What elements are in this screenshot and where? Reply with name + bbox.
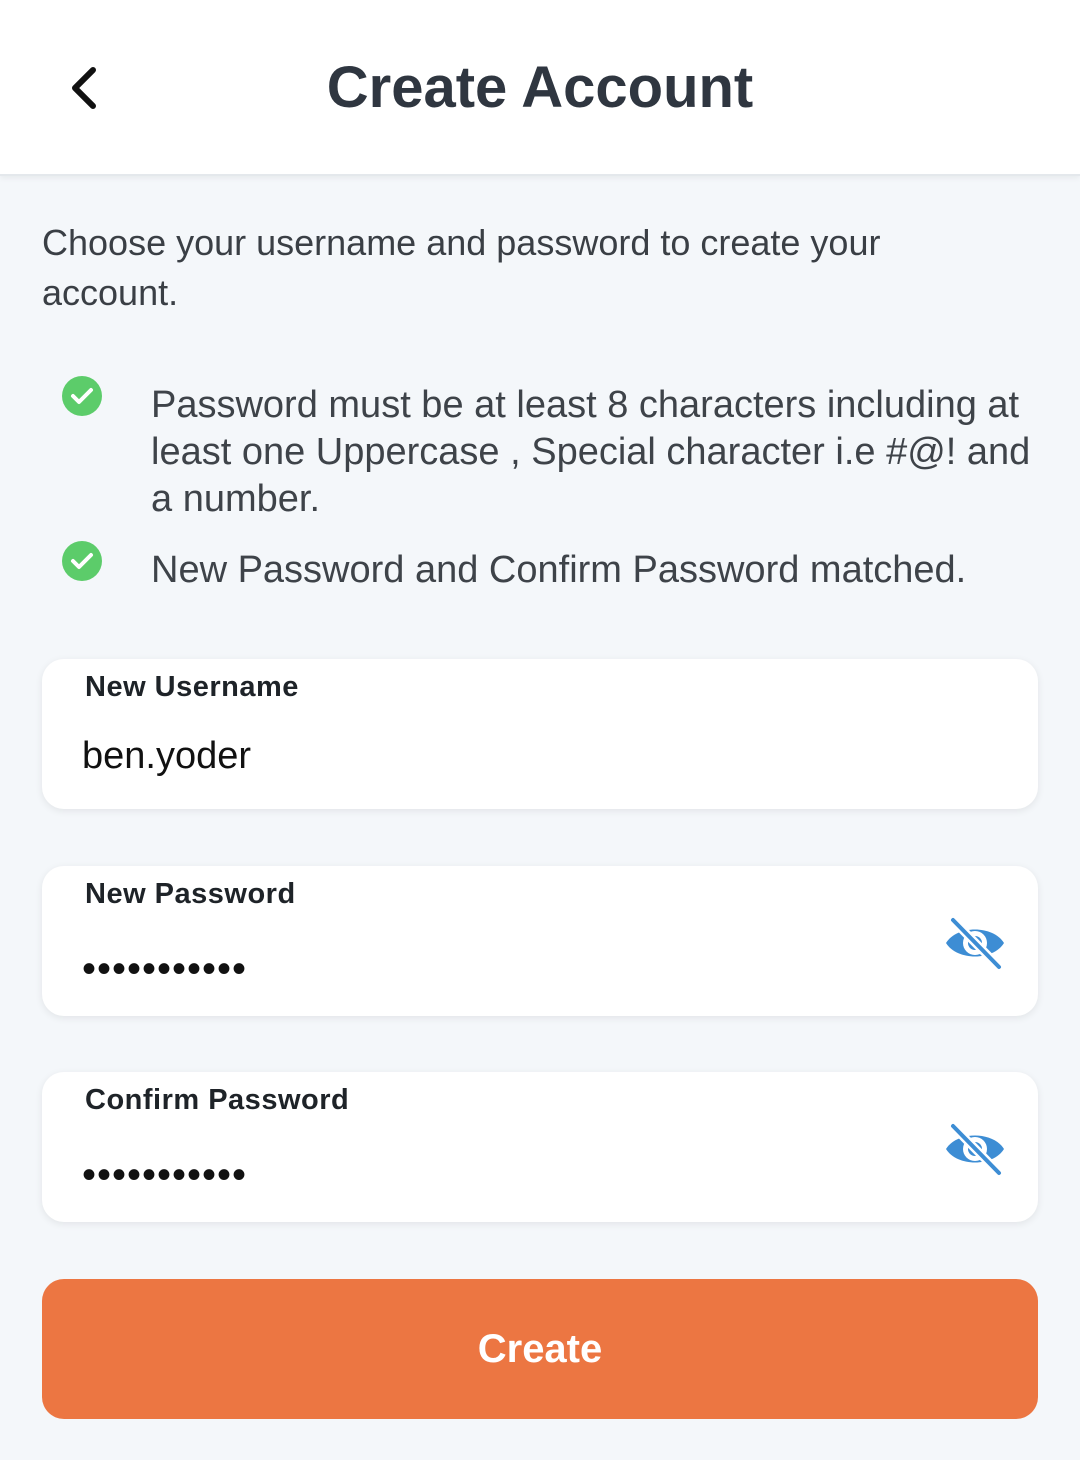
- username-label: New Username: [85, 671, 299, 703]
- toggle-password-visibility-button[interactable]: [942, 914, 1008, 972]
- eye-off-icon: [946, 1121, 1004, 1177]
- new-password-input[interactable]: •••••••••••: [82, 942, 247, 996]
- chevron-left-icon: [72, 67, 96, 109]
- eye-off-icon: [946, 915, 1004, 971]
- toggle-confirm-visibility-button[interactable]: [942, 1120, 1008, 1178]
- new-password-field[interactable]: New Password •••••••••••: [42, 866, 1038, 1016]
- page-title: Create Account: [326, 55, 754, 120]
- rule-text: Password must be at least 8 characters i…: [151, 384, 1031, 520]
- check-circle-icon: [62, 376, 102, 416]
- check-circle-icon: [62, 541, 102, 581]
- new-password-label: New Password: [85, 878, 296, 910]
- create-button[interactable]: Create: [42, 1279, 1038, 1419]
- password-rule-length: Password must be at least 8 characters i…: [62, 376, 1052, 523]
- username-input[interactable]: [82, 729, 942, 783]
- confirm-password-input[interactable]: •••••••••••: [82, 1148, 247, 1202]
- back-button[interactable]: [52, 52, 116, 124]
- username-field[interactable]: New Username: [42, 659, 1038, 809]
- app-header: Create Account: [0, 0, 1080, 176]
- confirm-password-field[interactable]: Confirm Password •••••••••••: [42, 1072, 1038, 1222]
- rule-text: New Password and Confirm Password matche…: [151, 549, 967, 591]
- intro-text: Choose your username and password to cre…: [42, 222, 881, 313]
- confirm-password-label: Confirm Password: [85, 1084, 350, 1116]
- password-rule-match: New Password and Confirm Password matche…: [62, 541, 1052, 594]
